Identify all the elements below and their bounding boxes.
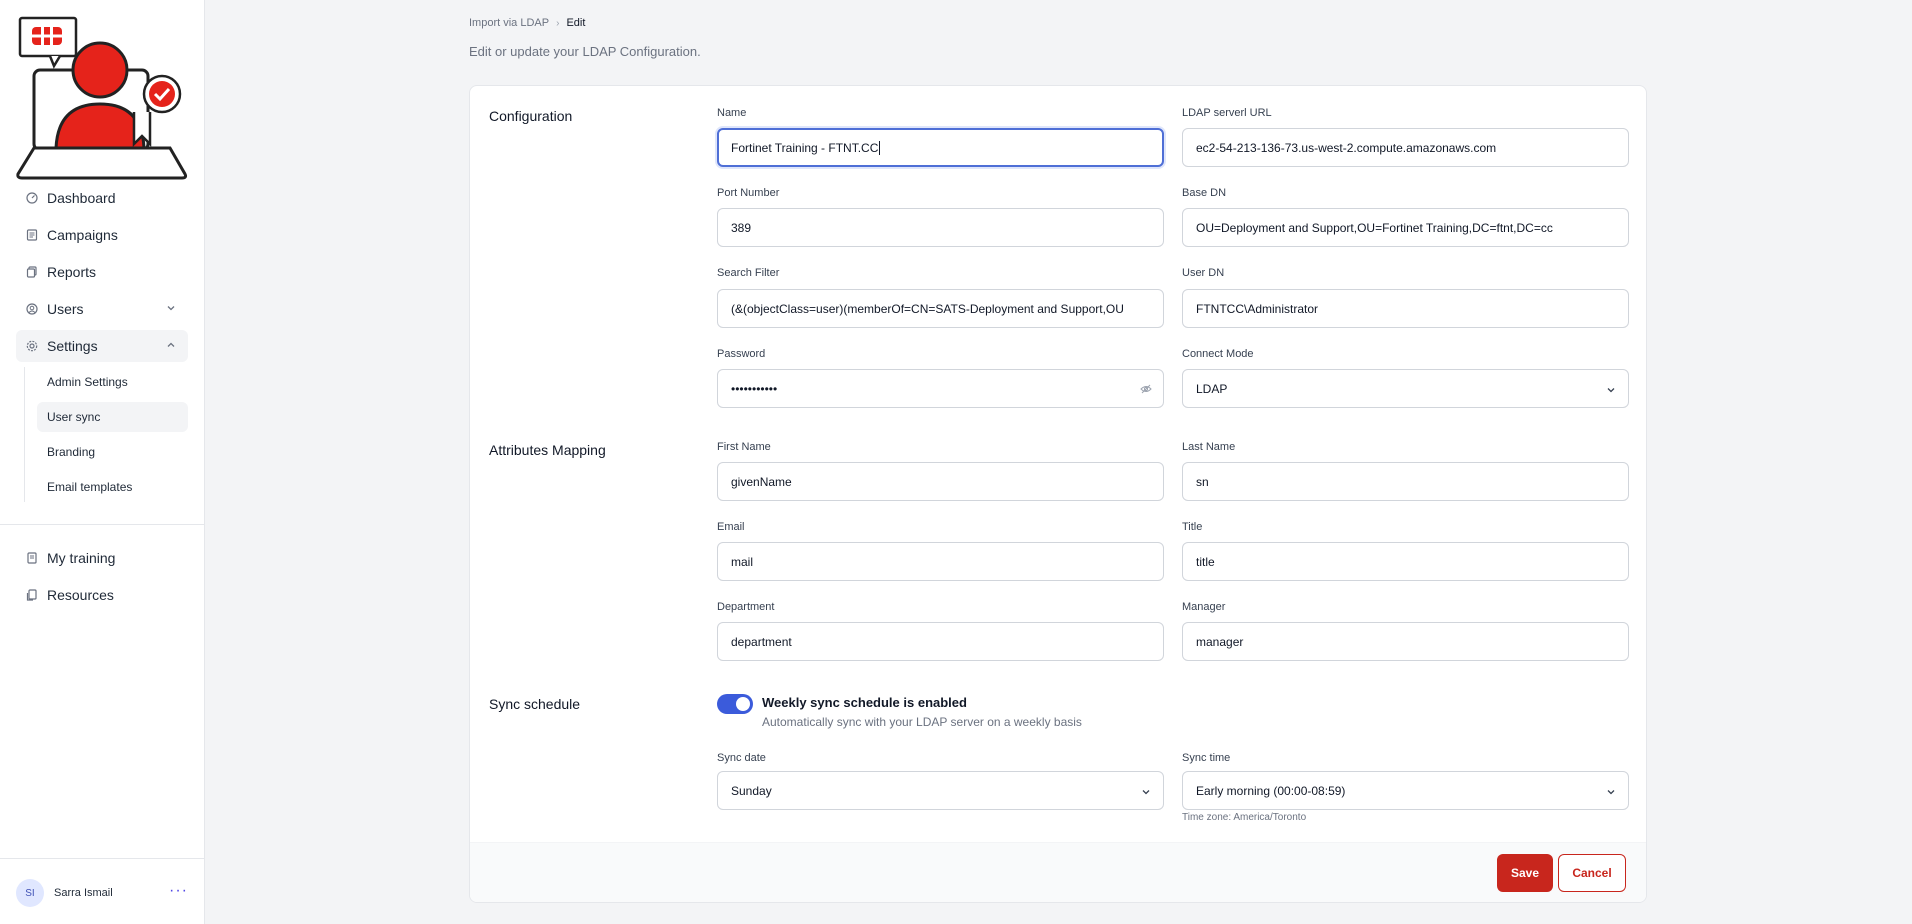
eye-off-icon[interactable]	[1140, 383, 1152, 395]
manager-field[interactable]: manager	[1182, 622, 1629, 661]
sidebar-item-campaigns[interactable]: Campaigns	[16, 219, 188, 251]
resources-icon	[26, 589, 38, 601]
breadcrumb-current: Edit	[566, 17, 586, 29]
chevron-down-icon	[1607, 388, 1615, 393]
sidebar-item-resources[interactable]: Resources	[16, 579, 188, 611]
sidebar-subitem-user-sync[interactable]: User sync	[37, 402, 188, 432]
text-caret	[879, 140, 881, 155]
sync-date-value: Sunday	[731, 783, 772, 798]
breadcrumb-parent[interactable]: Import via LDAP	[469, 17, 549, 29]
title-label: Title	[1182, 521, 1203, 533]
user-dn-label: User DN	[1182, 267, 1225, 279]
sidebar-item-label: My training	[47, 550, 116, 566]
search-filter-label: Search Filter	[717, 267, 780, 279]
sidebar-divider	[0, 858, 204, 859]
timezone-note: Time zone: America/Toronto	[1182, 812, 1307, 823]
sidebar-item-label: Dashboard	[47, 190, 116, 206]
sidebar-subitem-email-templates[interactable]: Email templates	[37, 472, 188, 502]
connect-mode-label: Connect Mode	[1182, 348, 1254, 360]
department-field[interactable]: department	[717, 622, 1164, 661]
ldap-config-card: Configuration Name Fortinet Training - F…	[469, 85, 1647, 903]
chevron-up-icon	[167, 342, 175, 347]
sidebar-item-reports[interactable]: Reports	[16, 256, 188, 288]
sidebar-item-label: Campaigns	[47, 227, 118, 243]
user-name: Sarra Ismail	[54, 887, 113, 899]
connect-mode-select[interactable]: LDAP	[1182, 369, 1629, 408]
port-field[interactable]: 389	[717, 208, 1164, 247]
dashboard-icon	[26, 192, 38, 204]
breadcrumb: Import via LDAP › Edit	[469, 17, 585, 29]
chevron-down-icon	[1607, 790, 1615, 795]
last-name-field[interactable]: sn	[1182, 462, 1629, 501]
base-dn-field[interactable]: OU=Deployment and Support,OU=Fortinet Tr…	[1182, 208, 1629, 247]
base-dn-label: Base DN	[1182, 187, 1227, 199]
sync-time-value: Early morning (00:00-08:59)	[1196, 783, 1346, 798]
sidebar-item-users[interactable]: Users	[16, 293, 188, 325]
sidebar-item-my-training[interactable]: My training	[16, 542, 188, 574]
sidebar-item-label: Reports	[47, 264, 97, 280]
users-icon	[26, 303, 38, 315]
search-filter-field[interactable]: (&(objectClass=user)(memberOf=CN=SATS-De…	[717, 289, 1164, 328]
first-name-label: First Name	[717, 441, 771, 453]
page-subtitle: Edit or update your LDAP Configuration.	[469, 44, 701, 59]
last-name-label: Last Name	[1182, 441, 1236, 453]
sidebar-item-dashboard[interactable]: Dashboard	[16, 182, 188, 214]
manager-label: Manager	[1182, 601, 1226, 613]
avatar: SI	[16, 879, 44, 907]
weekly-sync-toggle[interactable]	[717, 694, 753, 714]
user-dn-field[interactable]: FTNTCC\Administrator	[1182, 289, 1629, 328]
email-label: Email	[717, 521, 745, 533]
sidebar-nav-secondary: My training Resources	[16, 542, 188, 616]
more-icon[interactable]: ···	[169, 883, 188, 899]
name-label: Name	[717, 107, 747, 119]
reports-icon	[26, 266, 38, 278]
password-value: •••••••••••	[731, 381, 778, 396]
sync-date-select[interactable]: Sunday	[717, 771, 1164, 810]
sync-time-label: Sync time	[1182, 752, 1231, 764]
breadcrumb-separator-icon: ›	[556, 17, 560, 29]
first-name-field[interactable]: givenName	[717, 462, 1164, 501]
toggle-knob	[736, 697, 750, 711]
toggle-description: Automatically sync with your LDAP server…	[762, 715, 1082, 729]
campaigns-icon	[26, 229, 38, 241]
section-title-configuration: Configuration	[489, 108, 573, 124]
ldap-url-label: LDAP serverl URL	[1182, 107, 1272, 119]
save-button[interactable]: Save	[1497, 854, 1553, 892]
main-content: Import via LDAP › Edit Edit or update yo…	[205, 0, 1912, 924]
card-footer: Save Cancel	[470, 842, 1646, 902]
ldap-url-field[interactable]: ec2-54-213-136-73.us-west-2.compute.amaz…	[1182, 128, 1629, 167]
sync-date-label: Sync date	[717, 752, 766, 764]
sidebar-nav: Dashboard Campaigns Reports Users Settin…	[16, 182, 188, 507]
sidebar-divider	[0, 524, 204, 525]
port-label: Port Number	[717, 187, 780, 199]
name-value: Fortinet Training - FTNT.CC	[731, 140, 879, 155]
chevron-down-icon	[167, 306, 175, 311]
section-title-attributes: Attributes Mapping	[489, 442, 606, 458]
sidebar-item-label: Resources	[47, 587, 114, 603]
training-icon	[26, 552, 38, 564]
sidebar-item-label: Settings	[47, 338, 98, 354]
connect-mode-value: LDAP	[1196, 381, 1228, 396]
sidebar-subitem-admin-settings[interactable]: Admin Settings	[37, 367, 188, 397]
title-field[interactable]: title	[1182, 542, 1629, 581]
gear-icon	[26, 340, 38, 352]
sidebar-item-label: Users	[47, 301, 84, 317]
sidebar-item-settings[interactable]: Settings	[16, 330, 188, 362]
section-title-sync: Sync schedule	[489, 696, 581, 712]
email-field[interactable]: mail	[717, 542, 1164, 581]
app-logo	[14, 16, 190, 182]
password-field[interactable]: •••••••••••	[717, 369, 1164, 408]
chevron-down-icon	[1142, 790, 1150, 795]
sync-time-select[interactable]: Early morning (00:00-08:59)	[1182, 771, 1629, 810]
department-label: Department	[717, 601, 775, 613]
password-label: Password	[717, 348, 766, 360]
name-field[interactable]: Fortinet Training - FTNT.CC	[717, 128, 1164, 167]
toggle-title: Weekly sync schedule is enabled	[762, 695, 967, 710]
user-profile[interactable]: SI Sarra Ismail ···	[16, 878, 190, 908]
settings-subnav: Admin Settings User sync Branding Email …	[24, 367, 188, 502]
sidebar: Dashboard Campaigns Reports Users Settin…	[0, 0, 205, 924]
sidebar-subitem-branding[interactable]: Branding	[37, 437, 188, 467]
cancel-button[interactable]: Cancel	[1558, 854, 1626, 892]
